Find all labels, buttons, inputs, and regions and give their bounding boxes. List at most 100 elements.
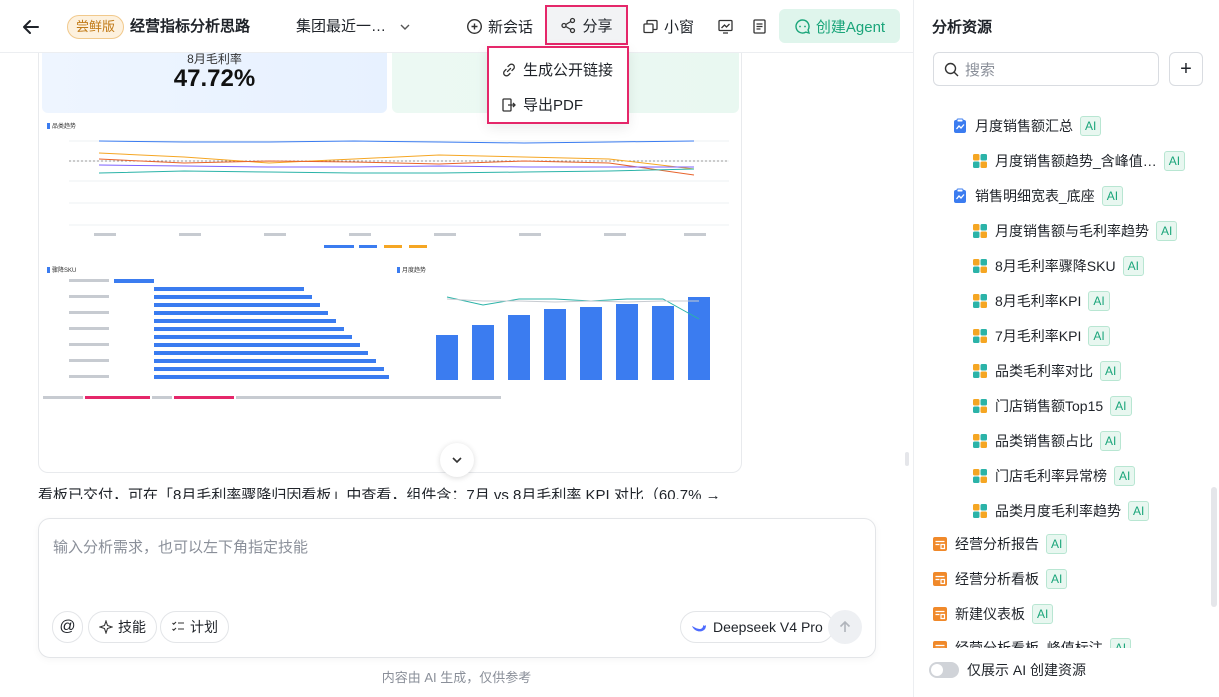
section-trend-title: 品类趋势: [47, 121, 76, 130]
ai-tag: AI: [1156, 221, 1178, 241]
composer[interactable]: 输入分析需求，也可以左下角指定技能 @ 技能 计划 Deepseek V4 Pr…: [38, 518, 876, 658]
ai-tag: AI: [1163, 151, 1186, 171]
plan-label: 计划: [190, 619, 218, 635]
resource-item[interactable]: 月度销售额与毛利率趋势 AI: [972, 219, 1178, 243]
sku-bar-chart: [69, 279, 389, 379]
dataset-icon: [952, 118, 968, 134]
resource-item-label: 经营分析看板: [955, 571, 1039, 587]
trial-badge: 尝鲜版: [67, 15, 125, 39]
ai-tag: AI: [1122, 256, 1144, 276]
session-label: 集团最近一…: [296, 18, 387, 35]
chart-icon: [972, 398, 988, 414]
ai-tag: AI: [1080, 116, 1102, 136]
share-icon: [561, 17, 576, 33]
back-arrow-icon[interactable]: [20, 16, 42, 38]
ai-tag: AI: [1046, 569, 1068, 589]
resource-item-label: 8月毛利率骤降SKU: [995, 258, 1116, 274]
export-pdf-item[interactable]: 导出PDF: [489, 87, 627, 122]
sparkle-icon: [99, 620, 113, 634]
ai-tag: AI: [1109, 638, 1132, 648]
ai-only-toggle[interactable]: [929, 662, 959, 678]
resource-item[interactable]: 8月毛利率骤降SKU AI: [972, 254, 1144, 278]
resource-search-input[interactable]: 搜索: [933, 52, 1159, 86]
document-button[interactable]: [745, 10, 774, 43]
resource-item[interactable]: 门店毛利率异常榜 AI: [972, 464, 1136, 488]
resource-item-label: 品类毛利率对比: [995, 363, 1093, 379]
insight-summary-line: [43, 396, 501, 399]
skill-label: 技能: [118, 619, 146, 635]
mention-button[interactable]: @: [52, 611, 83, 643]
monthly-combo-chart: [436, 296, 710, 380]
resource-item[interactable]: 经营分析报告 AI: [932, 532, 1068, 556]
mini-window-button[interactable]: 小窗: [636, 10, 700, 43]
arrow-up-icon: [839, 620, 851, 632]
section-monthly-title: 月度趋势: [397, 265, 426, 274]
kpi-label: 8月毛利率: [187, 53, 242, 66]
plan-button[interactable]: 计划: [160, 611, 229, 643]
chart-icon: [972, 503, 988, 519]
header: 尝鲜版 经营指标分析思路 集团最近一… 新会话 分享 小窗 创建Agent: [0, 0, 913, 53]
dashboard-report-icon: [932, 571, 948, 587]
resource-item[interactable]: 品类月度毛利率趋势 AI: [972, 499, 1150, 523]
resource-item[interactable]: 8月毛利率KPI AI: [972, 289, 1110, 313]
search-placeholder: 搜索: [965, 61, 996, 79]
panel-title: 分析资源: [932, 19, 993, 36]
resource-item[interactable]: 经营分析看板_峰值标注 AI: [932, 636, 1132, 648]
dashboard-button[interactable]: [711, 10, 740, 43]
resource-item[interactable]: 7月毛利率KPI AI: [972, 324, 1110, 348]
share-label: 分享: [582, 17, 613, 35]
export-pdf-label: 导出PDF: [523, 97, 584, 114]
share-menu: 生成公开链接 导出PDF: [487, 46, 629, 124]
at-icon: @: [59, 618, 76, 635]
composer-placeholder: 输入分析需求，也可以左下角指定技能: [53, 539, 309, 556]
model-selector[interactable]: Deepseek V4 Pro: [680, 611, 834, 643]
dashboard-report-icon: [932, 536, 948, 552]
resource-item-label: 7月毛利率KPI: [995, 328, 1082, 344]
agent-icon: [795, 18, 810, 34]
resource-item-label: 8月毛利率KPI: [995, 293, 1082, 309]
resource-item[interactable]: 月度销售额汇总 AI: [952, 114, 1102, 138]
resource-item-label: 销售明细宽表_底座: [975, 188, 1095, 204]
skill-button[interactable]: 技能: [88, 611, 157, 643]
resource-item[interactable]: 品类毛利率对比 AI: [972, 359, 1122, 383]
create-agent-button[interactable]: 创建Agent: [779, 9, 900, 43]
chart-icon: [972, 468, 988, 484]
dashboard-report-icon: [932, 640, 948, 648]
resource-item[interactable]: 新建仪表板 AI: [932, 602, 1054, 626]
resource-item-label: 月度销售额汇总: [975, 118, 1073, 134]
public-link-item[interactable]: 生成公开链接: [489, 52, 627, 87]
mini-window-icon: [643, 19, 658, 34]
expand-chevron-icon[interactable]: [440, 443, 474, 477]
panel-resize-handle[interactable]: [905, 452, 909, 466]
add-resource-button[interactable]: +: [1169, 52, 1203, 86]
resource-item[interactable]: 月度销售额趋势_含峰值… AI: [972, 149, 1186, 173]
resource-tree: 月度销售额汇总 AI 月度销售额趋势_含峰值… AI 销售明细宽表_底座 AI 月度销售额与…: [914, 108, 1206, 648]
ai-disclaimer: 内容由 AI 生成，仅供参考: [381, 670, 532, 685]
resource-item[interactable]: 品类销售额占比 AI: [972, 429, 1122, 453]
plus-icon: +: [1180, 57, 1192, 80]
dashboard-report-icon: [932, 606, 948, 622]
send-button[interactable]: [828, 610, 862, 644]
session-select[interactable]: 集团最近一…: [296, 16, 410, 38]
share-button[interactable]: 分享: [545, 5, 628, 45]
link-icon: [503, 63, 515, 76]
model-label: Deepseek V4 Pro: [713, 619, 823, 635]
ai-tag: AI: [1032, 604, 1054, 624]
panel-scrollbar[interactable]: [1211, 487, 1217, 607]
trend-line-chart: [69, 140, 729, 248]
new-chat-icon: [466, 18, 483, 35]
kpi-value: 47.72%: [173, 65, 256, 92]
resource-item-label: 门店销售额Top15: [995, 398, 1104, 414]
resource-item[interactable]: 经营分析看板 AI: [932, 567, 1068, 591]
chart-icon: [972, 223, 988, 239]
resource-item[interactable]: 销售明细宽表_底座 AI: [952, 184, 1124, 208]
resource-item[interactable]: 门店销售额Top15 AI: [972, 394, 1132, 418]
resource-panel: 分析资源 搜索 + 月度销售额汇总 AI 月度销售额趋势_含峰值… AI 销售明细宽表_…: [913, 0, 1219, 697]
kpi-card: 8月毛利率 47.72%: [42, 53, 387, 113]
dashboard-icon: [718, 19, 733, 34]
mini-window-label: 小窗: [664, 19, 695, 36]
new-chat-button[interactable]: 新会话: [460, 10, 539, 43]
dataset-icon: [952, 188, 968, 204]
new-chat-label: 新会话: [488, 19, 534, 36]
public-link-label: 生成公开链接: [523, 62, 614, 79]
